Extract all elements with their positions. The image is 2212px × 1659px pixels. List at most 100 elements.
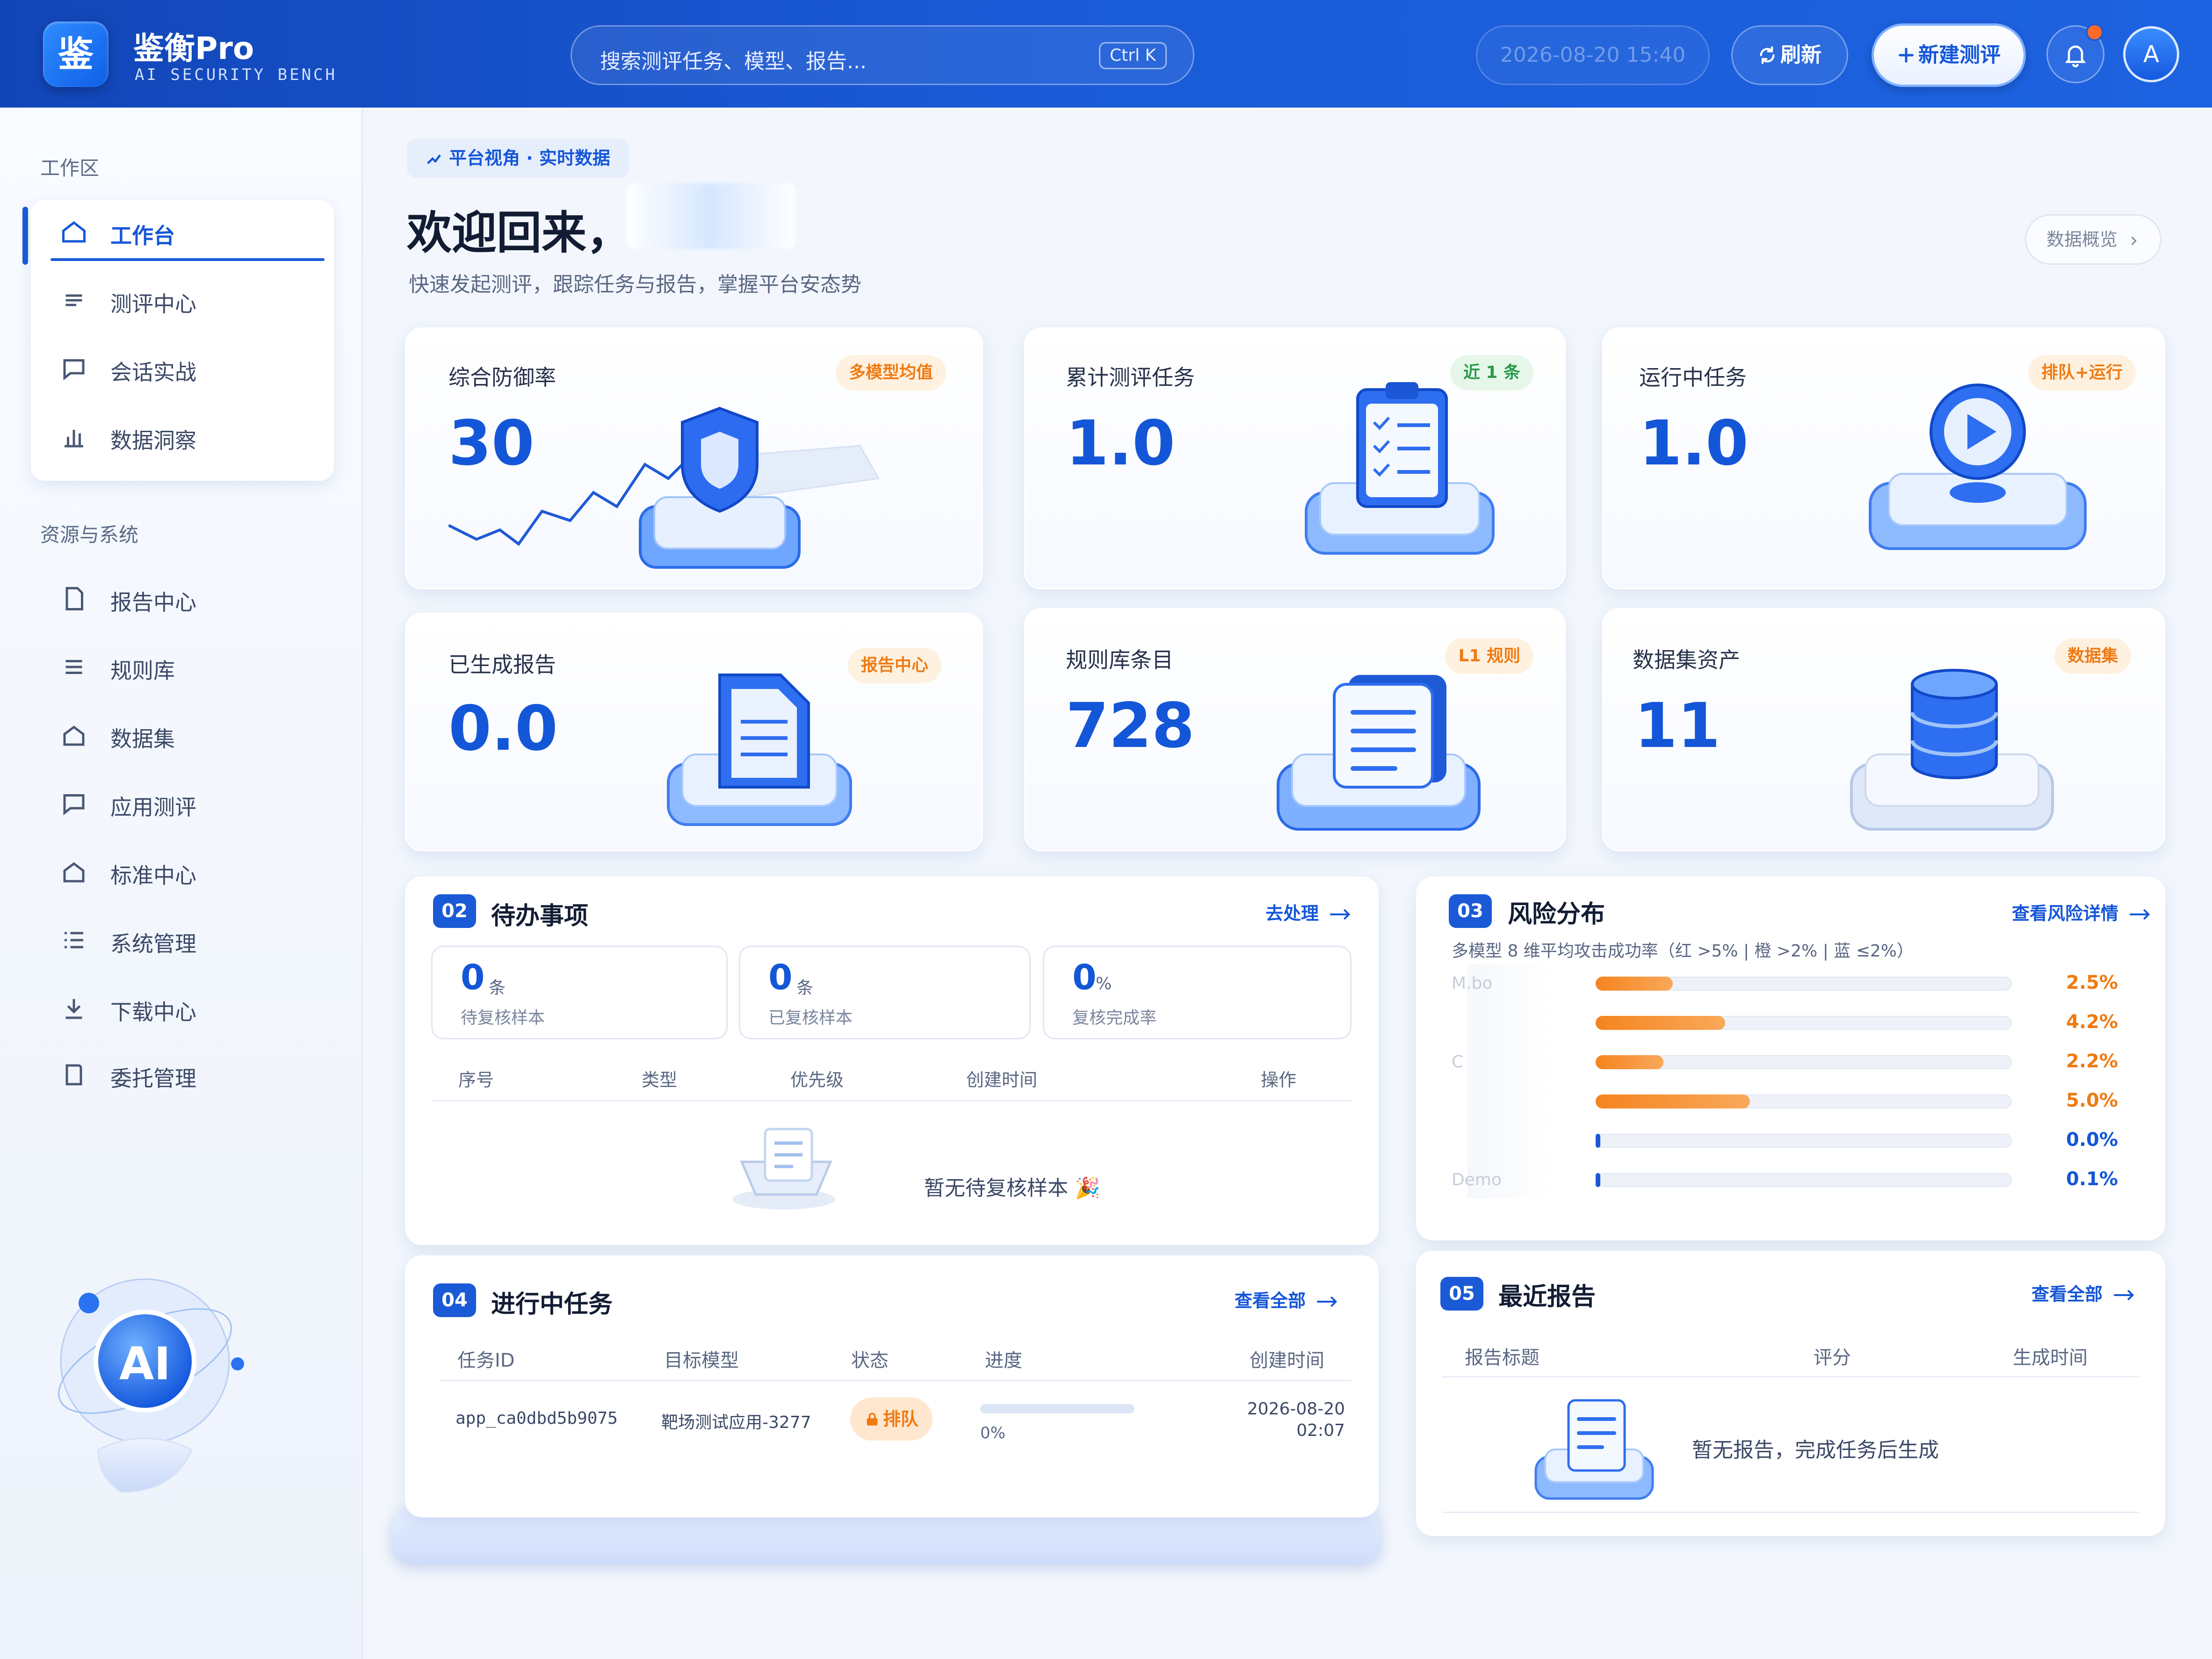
divider	[440, 1380, 1352, 1381]
stat-card-datasets[interactable]: 数据集资产 11 数据集	[1602, 608, 2165, 851]
sidebar-item-label: 会话实战	[110, 360, 196, 385]
welcome-subtitle: 快速发起测评，跟踪任务与报告，掌握平台安态势	[409, 273, 861, 297]
metric-unit: 条	[489, 978, 506, 998]
sidebar-item-system[interactable]: 系统管理	[31, 908, 334, 972]
sidebar-item-rules[interactable]: 规则库	[31, 635, 334, 699]
platform-badge: 平台视角 · 实时数据	[407, 138, 629, 178]
arrow-right-icon	[2114, 1290, 2134, 1301]
reports-empty-text: 暂无报告，完成任务后生成	[1692, 1438, 1939, 1462]
stat-card-reports[interactable]: 已生成报告 0.0 报告中心	[405, 613, 983, 851]
sidebar-item-report-center[interactable]: 报告中心	[31, 567, 334, 630]
download-icon	[65, 999, 82, 1019]
column-header: 目标模型	[664, 1350, 739, 1371]
arrow-right-icon	[1330, 909, 1351, 920]
data-overview-button[interactable]: 数据概览	[2025, 214, 2161, 265]
chat-icon	[63, 794, 85, 816]
tasks-view-all-link[interactable]: 查看全部	[1235, 1286, 1339, 1312]
arrow-right-icon	[2130, 909, 2150, 920]
sidebar-item-app-eval[interactable]: 应用测评	[31, 772, 334, 835]
list-icon	[65, 660, 82, 674]
list-icon	[65, 294, 82, 306]
stat-card-total-tasks[interactable]: 累计测评任务 1.0 近 1 条	[1024, 327, 1566, 589]
column-header: 任务ID	[457, 1350, 515, 1371]
home-icon	[62, 221, 86, 243]
search-input[interactable]: 搜索测评任务、模型、报告... Ctrl K	[571, 25, 1194, 85]
bell-icon	[2065, 45, 2086, 67]
clipboard-icon	[1305, 382, 1495, 555]
active-indicator	[22, 207, 28, 265]
risk-names-blur	[1467, 964, 1552, 1198]
stat-card-defense-rate[interactable]: 综合防御率 30 多模型均值	[405, 327, 983, 589]
stat-label: 累计测评任务	[1066, 365, 1195, 390]
ai-badge-label: AI	[119, 1338, 171, 1390]
top-bar: 鉴 鉴衡Pro AI SECURITY BENCH 搜索测评任务、模型、报告..…	[0, 0, 2212, 108]
chevron-right-icon	[2131, 236, 2137, 246]
stat-card-running-tasks[interactable]: 运行中任务 1.0 排队+运行	[1602, 327, 2165, 589]
column-header: 创建时间	[966, 1070, 1038, 1090]
column-header: 创建时间	[1250, 1350, 1324, 1371]
stat-card-rules[interactable]: 规则库条目 728 L1 规则	[1024, 608, 1566, 851]
column-header: 优先级	[790, 1070, 844, 1090]
column-header: 状态	[851, 1350, 889, 1371]
progress-label: 0%	[980, 1424, 1005, 1442]
metric-label: 复核完成率	[1072, 1008, 1157, 1028]
brand-subtitle: AI SECURITY BENCH	[135, 65, 337, 84]
folder-icon	[65, 1064, 82, 1086]
sidebar-workspace-card: 工作台 测评中心 会话实战 数据洞察	[22, 200, 334, 481]
refresh-button[interactable]: 刷新	[1731, 25, 1848, 85]
sidebar-item-eval-center[interactable]: 测评中心	[31, 268, 334, 332]
tasks-title: 进行中任务	[491, 1290, 613, 1319]
stat-tag: 多模型均值	[835, 355, 946, 391]
report-icon	[667, 674, 852, 826]
sidebar-item-label: 系统管理	[110, 931, 196, 956]
sidebar-item-label: 测评中心	[110, 291, 196, 317]
sidebar-item-chat-practice[interactable]: 会话实战	[31, 337, 334, 400]
chat-icon	[63, 359, 85, 381]
sidebar-item-label: 应用测评	[110, 795, 196, 820]
sidebar-item-label: 规则库	[110, 658, 175, 683]
metric-unit: %	[1096, 974, 1112, 993]
todo-action-label: 去处理	[1265, 903, 1319, 924]
sidebar-item-label: 委托管理	[110, 1066, 196, 1091]
sidebar-item-datasets[interactable]: 数据集	[31, 703, 334, 767]
sidebar-item-downloads[interactable]: 下载中心	[31, 977, 334, 1040]
sidebar-group-title-resources: 资源与系统	[40, 523, 139, 546]
reports-view-all-link[interactable]: 查看全部	[2031, 1280, 2136, 1305]
status-badge: 排队	[850, 1398, 933, 1441]
new-evaluation-button[interactable]: 新建测评	[1872, 23, 2026, 87]
risk-bar-fill	[1596, 1134, 1600, 1148]
sidebar-item-label: 报告中心	[110, 590, 196, 615]
metric-label: 已复核样本	[768, 1008, 853, 1028]
column-header: 类型	[642, 1070, 678, 1090]
sidebar-item-standards[interactable]: 标准中心	[31, 840, 334, 904]
reports-view-all-label: 查看全部	[2031, 1284, 2103, 1304]
task-id: app_ca0dbd5b9075	[455, 1409, 618, 1428]
reports-panel: 05 最近报告 查看全部 报告标题 评分 生成时间 暂无报告，完成任务后生成	[1416, 1251, 2165, 1536]
chart-icon	[427, 154, 441, 164]
risk-bar-value: 2.2%	[2066, 1050, 2118, 1072]
bar-chart-icon	[65, 430, 83, 448]
ai-assistant-orb[interactable]: AI	[51, 1272, 248, 1515]
avatar[interactable]: A	[2123, 26, 2179, 82]
sidebar-item-data-insight[interactable]: 数据洞察	[31, 405, 334, 469]
plus-icon	[1899, 48, 1914, 63]
shield-icon	[448, 406, 880, 569]
logo[interactable]: 鉴	[43, 22, 108, 87]
todo-panel: 02 待办事项 去处理 0 条 待复核样本 0 条 已复核样本 0 % 复核完成…	[405, 877, 1379, 1245]
refresh-icon	[1760, 46, 1775, 64]
stat-value: 11	[1634, 690, 1720, 762]
stat-label: 综合防御率	[448, 365, 556, 390]
risk-bar-value: 0.0%	[2066, 1129, 2118, 1151]
todo-action-link[interactable]: 去处理	[1265, 899, 1352, 925]
sidebar-item-delegation[interactable]: 委托管理	[31, 1043, 334, 1107]
sidebar-item-label: 数据集	[110, 726, 175, 752]
risk-row-name: Demo	[1452, 1170, 1502, 1189]
risk-details-link[interactable]: 查看风险详情	[2012, 899, 2152, 925]
lock-icon	[867, 1413, 878, 1426]
sidebar-item-label: 标准中心	[110, 863, 196, 888]
sidebar-item-dashboard[interactable]: 工作台	[22, 200, 334, 265]
risk-row-name: C	[1452, 1052, 1464, 1072]
new-evaluation-label: 新建测评	[1918, 43, 2001, 67]
sidebar-item-label: 数据洞察	[110, 428, 196, 453]
risk-bar-fill	[1596, 977, 1673, 991]
